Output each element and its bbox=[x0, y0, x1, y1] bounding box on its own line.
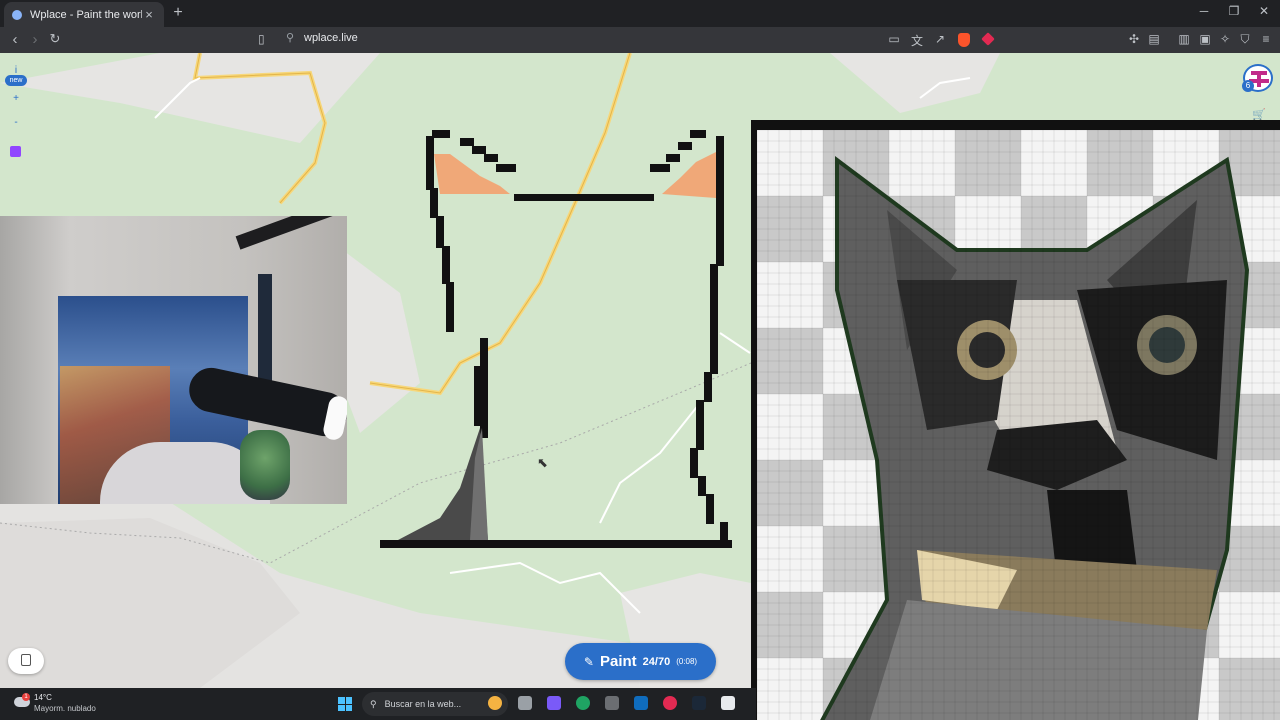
new-badge[interactable]: new bbox=[5, 75, 27, 86]
reference-dog-pixel-art bbox=[757, 130, 1280, 720]
browser-tab[interactable]: Wplace - Paint the world × bbox=[4, 2, 164, 27]
search-placeholder: Buscar en la web... bbox=[384, 699, 462, 709]
weather-temperature: 14°C bbox=[34, 693, 52, 702]
weather-widget[interactable]: 1 bbox=[14, 693, 30, 707]
close-window-button[interactable]: ✕ bbox=[1254, 4, 1274, 18]
balloons-icon[interactable] bbox=[488, 696, 502, 710]
taskbar-search[interactable]: ⚲ Buscar en la web... bbox=[362, 692, 508, 716]
tab-close-button[interactable]: × bbox=[142, 7, 156, 22]
browser-titlebar: Wplace - Paint the world × + ─ ❐ ✕ bbox=[0, 0, 1280, 27]
zoom-in-button[interactable]: + bbox=[6, 93, 26, 104]
tab-title: Wplace - Paint the world bbox=[30, 8, 142, 21]
reference-image-panel bbox=[751, 120, 1280, 720]
globe-icon bbox=[12, 9, 22, 20]
windows-start-icon[interactable] bbox=[338, 697, 352, 711]
layers-button[interactable] bbox=[8, 648, 44, 674]
copilot-icon[interactable] bbox=[547, 696, 561, 710]
webcam-overlay bbox=[0, 216, 347, 504]
tab-search-icon[interactable]: ▣ bbox=[1197, 32, 1213, 46]
share-icon[interactable]: ↗ bbox=[932, 32, 948, 46]
weather-description: Mayorm. nublado bbox=[34, 704, 96, 713]
restore-button[interactable]: ❐ bbox=[1224, 4, 1244, 18]
search-icon: ⚲ bbox=[370, 698, 377, 709]
browser-toolbar: ‹ › ↻ ▯ ⚲ wplace.live ▭ 文 ↗ ✣ ▤ ▥ ▣ ✧ ⛉ … bbox=[0, 27, 1280, 53]
paintbrush-icon: ✎ bbox=[583, 654, 594, 669]
store-icon[interactable] bbox=[721, 696, 735, 710]
layers-icon bbox=[21, 654, 31, 666]
paint-label: Paint bbox=[599, 653, 637, 670]
wallet-icon[interactable]: ▤ bbox=[1146, 32, 1162, 46]
back-icon[interactable]: ‹ bbox=[6, 31, 24, 48]
app-icon[interactable] bbox=[605, 696, 619, 710]
leo-ai-icon[interactable]: ✧ bbox=[1217, 32, 1233, 46]
vpn-shield-icon[interactable]: ⛉ bbox=[1237, 32, 1253, 47]
pixel-art-outline bbox=[380, 130, 732, 548]
bookmark-icon[interactable]: ▯ bbox=[258, 32, 265, 46]
paint-timer: (0:08) bbox=[676, 657, 698, 666]
steam-icon[interactable] bbox=[692, 696, 706, 710]
task-view-icon[interactable] bbox=[518, 696, 532, 710]
address-bar[interactable]: wplace.live bbox=[304, 32, 358, 44]
paint-charges: 24/70 bbox=[642, 655, 671, 668]
reload-icon[interactable]: ↻ bbox=[46, 31, 64, 47]
zoom-out-button[interactable]: - bbox=[6, 117, 26, 128]
paint-button[interactable]: ✎ Paint 24/70 (0:08) bbox=[565, 643, 716, 680]
site-info-icon[interactable]: ⚲ bbox=[286, 31, 294, 44]
twitch-icon[interactable] bbox=[10, 146, 21, 157]
extensions-icon[interactable]: ✣ bbox=[1126, 32, 1142, 46]
menu-icon[interactable]: ≡ bbox=[1258, 32, 1274, 46]
weather-alert-badge: 1 bbox=[22, 693, 30, 701]
forward-icon[interactable]: › bbox=[26, 31, 44, 48]
new-tab-button[interactable]: + bbox=[170, 4, 186, 22]
opera-icon[interactable] bbox=[663, 696, 677, 710]
mouse-cursor: ⬉ bbox=[537, 455, 548, 470]
brave-shields-icon[interactable] bbox=[958, 33, 970, 47]
edge-icon[interactable] bbox=[576, 696, 590, 710]
cast-icon[interactable]: ▭ bbox=[886, 32, 902, 46]
outlook-icon[interactable] bbox=[634, 696, 648, 710]
translate-icon[interactable]: 文 bbox=[909, 32, 925, 49]
minimize-button[interactable]: ─ bbox=[1194, 4, 1214, 18]
droplet-count-badge: 6 bbox=[1242, 80, 1254, 92]
sidebar-icon[interactable]: ▥ bbox=[1176, 32, 1192, 46]
